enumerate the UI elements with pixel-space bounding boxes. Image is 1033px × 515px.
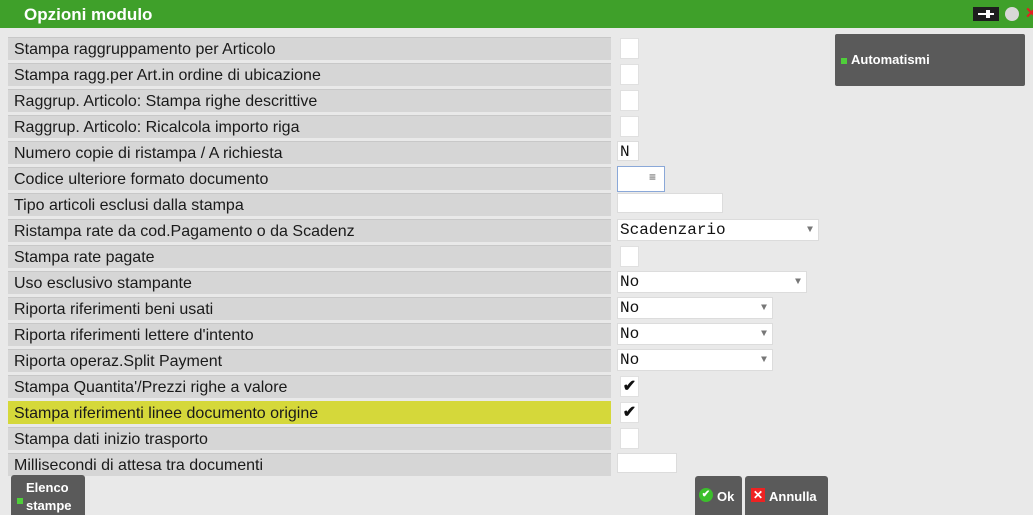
x-square-icon: ✕ (751, 488, 765, 502)
row-quantita-prezzi: Stampa Quantita'/Prezzi righe a valore ✔ (8, 374, 826, 398)
ricalcola-importo-checkbox[interactable] (620, 116, 639, 137)
row-label: Stampa ragg.per Art.in ordine di ubicazi… (14, 67, 321, 84)
row-lettere-intento: Riporta riferimenti lettere d'intento No… (8, 322, 826, 346)
caret-down-icon: ▼ (794, 277, 801, 288)
righe-descrittive-checkbox[interactable] (620, 90, 639, 111)
row-label: Riporta operaz.Split Payment (14, 353, 223, 370)
green-square-icon (841, 58, 847, 64)
lettere-intento-select[interactable]: No ▼ (617, 323, 773, 345)
automatismi-label: Automatismi (851, 52, 930, 67)
row-label: Stampa raggruppamento per Articolo (14, 41, 276, 58)
caret-down-icon: ▼ (760, 303, 767, 314)
row-tipo-articoli: Tipo articoli esclusi dalla stampa (8, 192, 826, 216)
row-label: Tipo articoli esclusi dalla stampa (14, 197, 244, 214)
row-beni-usati: Riporta riferimenti beni usati No ▼ (8, 296, 826, 320)
row-label: Numero copie di ristampa / A richiesta (14, 145, 283, 162)
codice-formato-input[interactable]: ≡ (617, 166, 665, 192)
rate-pagate-checkbox[interactable] (620, 246, 639, 267)
row-label: Stampa rate pagate (14, 249, 155, 266)
row-split-payment: Riporta operaz.Split Payment No ▼ (8, 348, 826, 372)
circle-icon[interactable] (1005, 7, 1019, 21)
caret-down-icon: ▼ (760, 355, 767, 366)
row-label: Stampa dati inizio trasporto (14, 431, 208, 448)
caret-down-icon: ▼ (760, 329, 767, 340)
row-label: Raggrup. Articolo: Ricalcola importo rig… (14, 119, 300, 136)
ordine-ubicazione-checkbox[interactable] (620, 64, 639, 85)
ristampa-rate-select[interactable]: Scadenzario ▼ (617, 219, 819, 241)
split-payment-select[interactable]: No ▼ (617, 349, 773, 371)
annulla-button[interactable]: ✕ Annulla (745, 476, 828, 515)
row-label: Stampa riferimenti linee documento origi… (14, 405, 319, 422)
inizio-trasporto-checkbox[interactable] (620, 428, 639, 449)
row-millisecondi-attesa: Millisecondi di attesa tra documenti (8, 452, 826, 476)
elenco-stampe-button[interactable]: Elenco stampe (11, 475, 85, 515)
green-square-icon (17, 498, 23, 504)
row-label: Stampa Quantita'/Prezzi righe a valore (14, 379, 288, 396)
row-label: Riporta riferimenti lettere d'intento (14, 327, 254, 344)
options-form: Stampa raggruppamento per Articolo Stamp… (8, 36, 826, 476)
row-righe-descrittive: Raggrup. Articolo: Stampa righe descritt… (8, 88, 826, 112)
numero-copie-input[interactable]: N (617, 141, 639, 161)
quantita-prezzi-checkbox[interactable]: ✔ (620, 376, 639, 397)
title-bar: Opzioni modulo ✕ (0, 0, 1033, 28)
row-label: Raggrup. Articolo: Stampa righe descritt… (14, 93, 318, 110)
row-label: Ristampa rate da cod.Pagamento o da Scad… (14, 223, 355, 240)
row-codice-formato: Codice ulteriore formato documento ≡ (8, 166, 826, 192)
row-numero-copie: Numero copie di ristampa / A richiesta N (8, 140, 826, 164)
row-ordine-ubicazione: Stampa ragg.per Art.in ordine di ubicazi… (8, 62, 826, 86)
row-label: Codice ulteriore formato documento (14, 171, 269, 188)
row-rate-pagate: Stampa rate pagate (8, 244, 826, 268)
row-label: Riporta riferimenti beni usati (14, 301, 214, 318)
uso-esclusivo-select[interactable]: No ▼ (617, 271, 807, 293)
pin-icon[interactable] (973, 7, 999, 21)
row-ristampa-rate: Ristampa rate da cod.Pagamento o da Scad… (8, 218, 826, 242)
linee-documento-origine-checkbox[interactable]: ✔ (620, 402, 639, 423)
row-uso-esclusivo: Uso esclusivo stampante No ▼ (8, 270, 826, 294)
beni-usati-select[interactable]: No ▼ (617, 297, 773, 319)
millisecondi-input[interactable] (617, 453, 677, 473)
row-label: Millisecondi di attesa tra documenti (14, 457, 264, 474)
check-circle-icon: ✔ (699, 488, 713, 502)
row-stampa-raggruppamento: Stampa raggruppamento per Articolo (8, 36, 826, 60)
menu-lines-icon[interactable]: ≡ (649, 170, 656, 184)
ok-button[interactable]: ✔ Ok (695, 476, 742, 515)
row-ricalcola-importo: Raggrup. Articolo: Ricalcola importo rig… (8, 114, 826, 138)
caret-down-icon: ▼ (806, 225, 813, 236)
title-bar-controls: ✕ (973, 7, 1033, 21)
window-title: Opzioni modulo (24, 5, 153, 24)
stampa-raggruppamento-checkbox[interactable] (620, 38, 639, 59)
automatismi-button[interactable]: Automatismi (835, 34, 1025, 86)
tipo-articoli-input[interactable] (617, 193, 723, 213)
row-label: Uso esclusivo stampante (14, 275, 192, 292)
close-icon[interactable]: ✕ (1025, 7, 1033, 21)
row-inizio-trasporto: Stampa dati inizio trasporto (8, 426, 826, 450)
row-linee-documento-origine: Stampa riferimenti linee documento origi… (8, 400, 826, 424)
